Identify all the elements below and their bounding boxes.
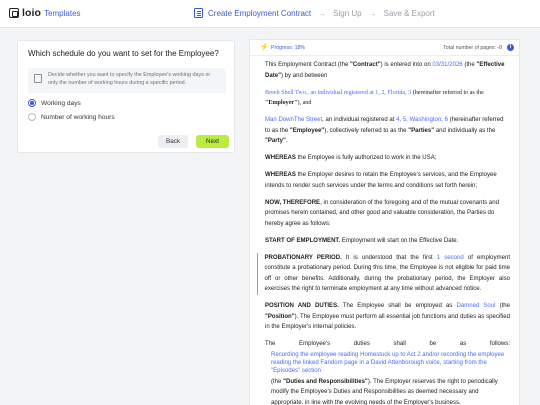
page-count: Total number of pages: -8 [443, 45, 502, 51]
paragraph-intro: This Employment Contract (the "Contract"… [265, 62, 505, 79]
option-working-hours[interactable]: Number of working hours [28, 113, 115, 121]
paragraph-position: POSITION AND DUTIES. The Employee shall … [265, 303, 511, 330]
arrow-right-icon: → [368, 8, 377, 18]
position-field[interactable]: Damned Soul [456, 303, 495, 309]
brand-sub: Templates [44, 8, 81, 18]
note-icon [34, 74, 42, 83]
question-card: Which schedule do you want to set for th… [17, 40, 235, 153]
brand-name: loio [22, 7, 42, 19]
step-label: Save & Export [383, 8, 435, 18]
question-title: Which schedule do you want to set for th… [28, 49, 219, 58]
top-bar: loio Templates Create Employment Contrac… [0, 0, 540, 28]
probation-period-field[interactable]: 1 second [437, 255, 464, 261]
step-save-export[interactable]: Save & Export [384, 9, 435, 18]
option-working-days[interactable]: Working days [28, 99, 81, 107]
paragraph-whereas-1: WHEREAS the Employee is fully authorized… [265, 155, 437, 161]
document-body: This Employment Contract (the "Contract"… [257, 60, 511, 405]
paragraph-start: START OF EMPLOYMENT. Employment will sta… [265, 237, 459, 244]
document-preview[interactable]: ⚡ Progress: 18% Total number of pages: -… [249, 39, 520, 405]
paragraph-whereas-2: WHEREAS the Employer desires to retain t… [265, 172, 497, 189]
step-sign-up[interactable]: Sign Up [333, 9, 361, 18]
employee-name-field[interactable]: Man DownThe Street [265, 117, 322, 123]
arrow-right-icon: → [318, 8, 327, 18]
paragraph-probation: PROBATIONARY PERIOD. It is understood th… [257, 252, 510, 295]
radio-button[interactable] [28, 113, 36, 121]
effective-date-field[interactable]: 03/31/2026 [432, 62, 462, 68]
paragraph-employee: Man DownThe Street, an individual regist… [265, 117, 504, 144]
paragraph-now-therefore: NOW, THEREFORE, in consideration of the … [265, 199, 499, 227]
paragraph-employer: Breeh Shell Two., an individual register… [265, 89, 484, 107]
bolt-icon: ⚡ [260, 44, 269, 51]
back-button[interactable]: Back [158, 135, 188, 148]
next-button[interactable]: Next [196, 135, 229, 148]
hint-text: Decide whether you want to specify the E… [48, 72, 211, 86]
employee-address-field[interactable]: 4, 5, Washington, 6 [396, 117, 448, 123]
duties-field[interactable]: Recording the employee reading Homestuck… [265, 351, 510, 375]
progress-steps: Create Employment Contract → Sign Up → S… [194, 8, 435, 18]
progress-text: Progress: 18% [271, 45, 306, 51]
employer-field[interactable]: Breeh Shell Two., an individual register… [265, 90, 411, 96]
step-create-contract[interactable]: Create Employment Contract [194, 8, 311, 18]
brand-logo[interactable]: loio Templates [9, 7, 81, 19]
option-label: Number of working hours [41, 113, 115, 121]
document-icon [194, 8, 203, 18]
logo-icon [9, 8, 19, 18]
paragraph-duties: The Employee's duties shall be as follow… [265, 341, 510, 405]
step-label: Create Employment Contract [208, 8, 312, 18]
radio-button[interactable] [28, 99, 36, 107]
info-icon[interactable]: i [507, 44, 514, 51]
document-header: ⚡ Progress: 18% Total number of pages: -… [250, 40, 519, 56]
hint-box: Decide whether you want to specify the E… [28, 68, 226, 93]
step-label: Sign Up [333, 8, 362, 18]
option-label: Working days [41, 99, 81, 107]
